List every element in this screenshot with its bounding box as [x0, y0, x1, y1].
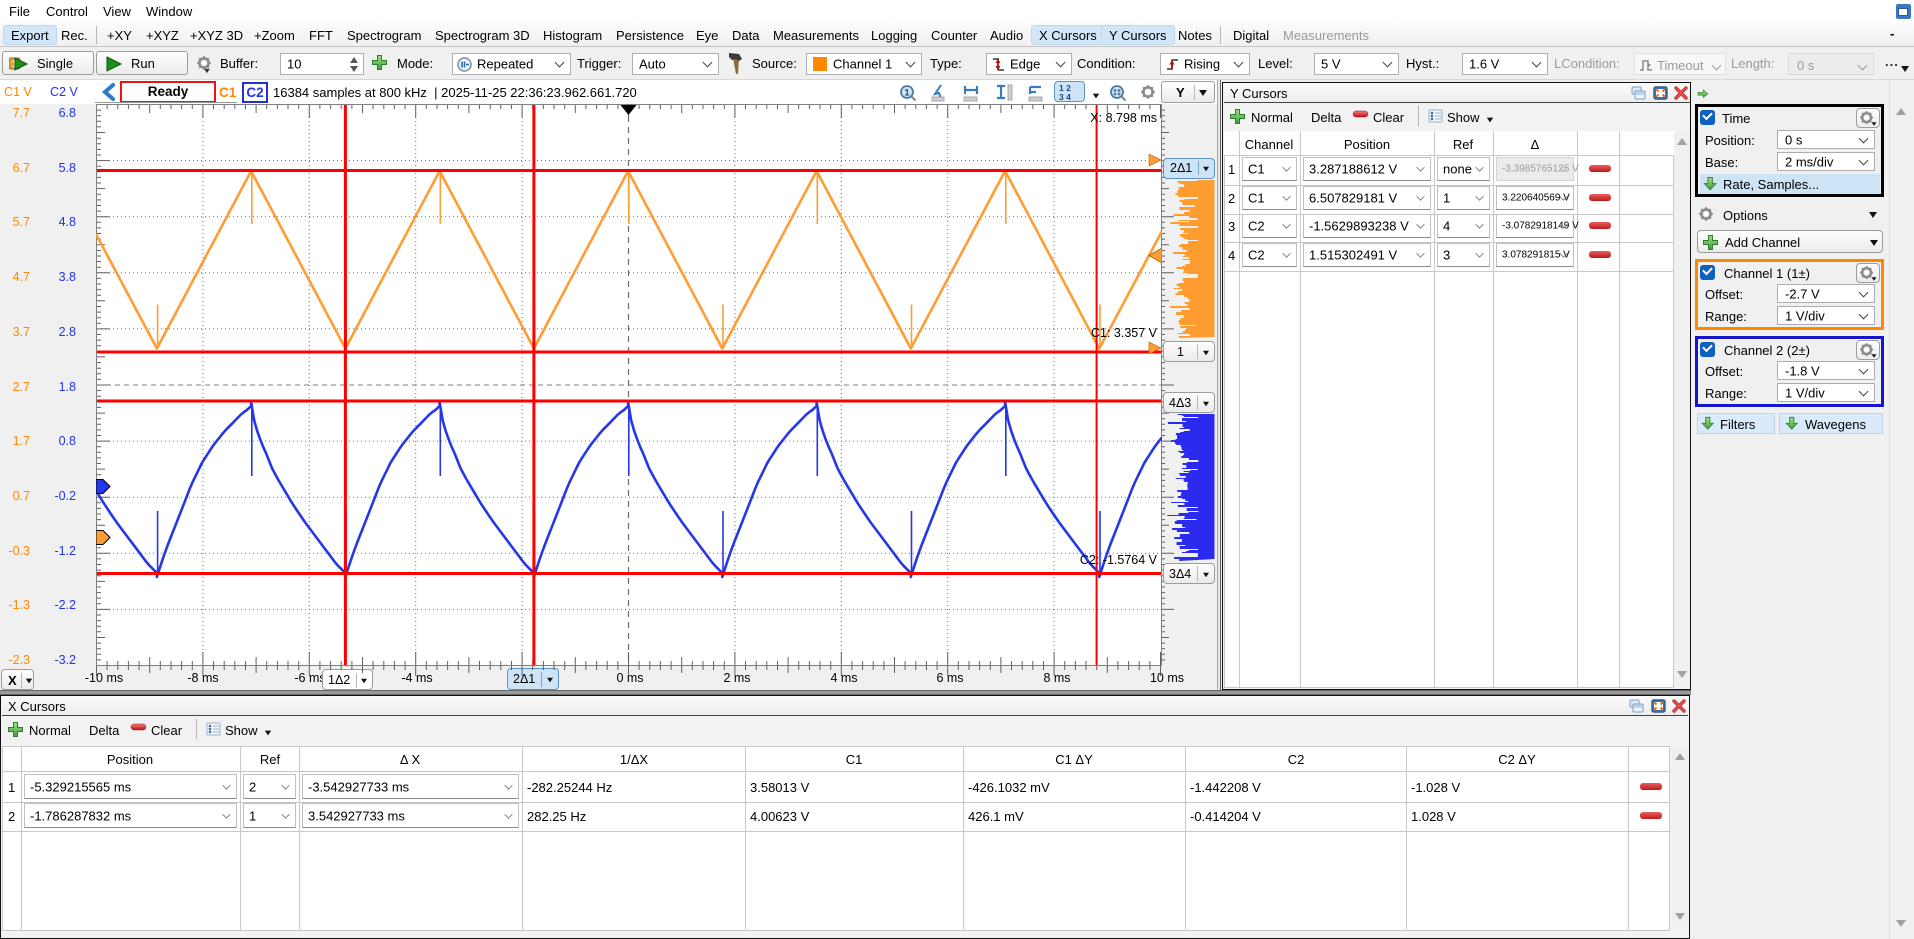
svg-text:1: 1 — [904, 88, 909, 98]
svg-text:C2: -1.5764 V: C2: -1.5764 V — [1080, 553, 1158, 567]
svg-text:C1: 3.357 V: C1: 3.357 V — [1091, 326, 1158, 340]
svg-text:X: 8.798 ms: X: 8.798 ms — [1090, 111, 1157, 125]
